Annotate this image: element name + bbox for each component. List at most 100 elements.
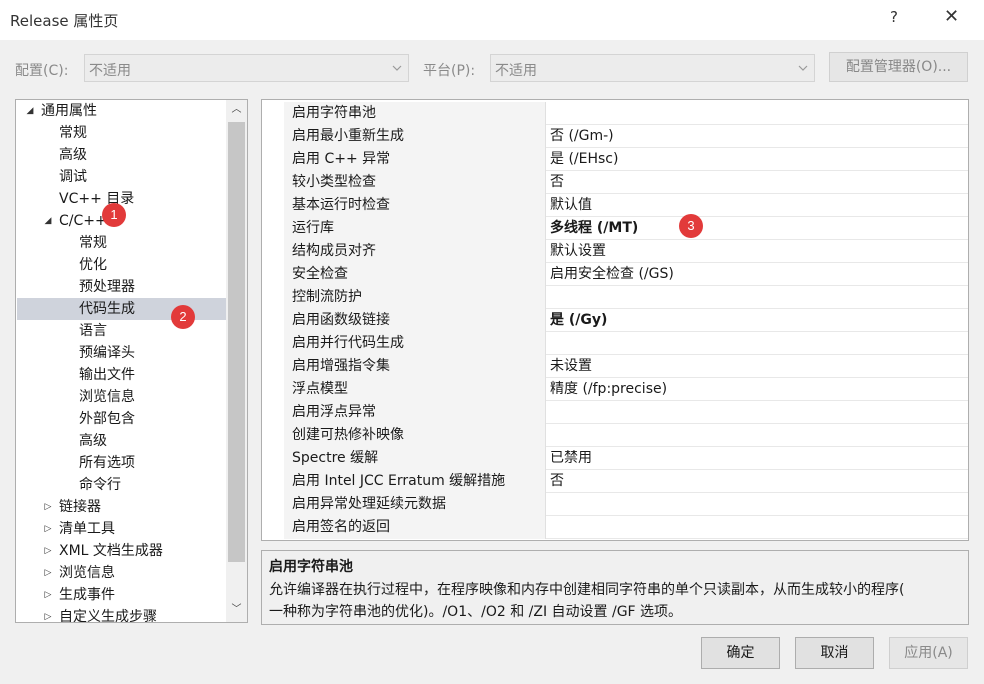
expander-icon[interactable]: ◢ [25,100,35,122]
property-value[interactable] [546,424,968,447]
expander-icon[interactable]: ▷ [43,606,53,622]
tree-item[interactable]: 常规 [17,232,226,254]
property-grid: 启用字符串池 启用最小重新生成否 (/Gm-) 启用 C++ 异常是 (/EHsc)… [261,99,969,541]
property-name: 启用签名的返回 [284,516,546,539]
help-icon[interactable]: ? [890,8,898,26]
title-bar: Release 属性页 ? ✕ [0,0,984,40]
tree-item[interactable]: 所有选项 [17,452,226,474]
tree-item[interactable]: 语言 [17,320,226,342]
scroll-up-icon[interactable]: ︿ [226,100,247,120]
tree-item[interactable]: 浏览信息 [17,386,226,408]
description-text: 允许编译器在执行过程中，在程序映像和内存中创建相同字符串的单个只读副本，从而生成… [269,579,961,623]
property-row[interactable]: 浮点模型 精度 (/fp:precise) [262,378,968,401]
property-value[interactable]: 否 (/Gm-) [546,125,968,148]
tree-item-label: 语言 [79,323,107,339]
property-row[interactable]: 控制流防护 [262,286,968,309]
window-title: Release 属性页 [10,12,119,30]
tree-item-label: 通用属性 [41,103,97,119]
config-select[interactable]: 不适用 [84,54,409,82]
tree-item[interactable]: ▷ 浏览信息 [17,562,226,584]
property-value[interactable]: 多线程 (/MT) [546,217,968,240]
tree-item[interactable]: 调试 [17,166,226,188]
row-gutter [262,401,284,424]
cancel-button[interactable]: 取消 [795,637,874,669]
property-row[interactable]: Spectre 缓解 已禁用 [262,447,968,470]
property-row[interactable]: 启用最小重新生成否 (/Gm-) [262,125,968,148]
property-value[interactable]: 精度 (/fp:precise) [546,378,968,401]
tree-item[interactable]: ▷ 自定义生成步骤 [17,606,226,622]
property-value[interactable]: 默认值 [546,194,968,217]
property-row[interactable]: 安全检查 启用安全检查 (/GS) [262,263,968,286]
apply-button[interactable]: 应用(A) [889,637,968,669]
property-row[interactable]: 启用增强指令集 未设置 [262,355,968,378]
property-value[interactable]: 是 (/Gy) [546,309,968,332]
tree-item[interactable]: ▷ 链接器 [17,496,226,518]
tree-item[interactable]: ◢ 通用属性 [17,100,226,122]
property-row[interactable]: 启用异常处理延续元数据 [262,493,968,516]
expander-icon[interactable]: ▷ [43,518,53,540]
tree-item[interactable]: 预处理器 [17,276,226,298]
close-icon[interactable]: ✕ [944,6,959,27]
property-name: 较小类型检查 [284,171,546,194]
property-value[interactable]: 未设置 [546,355,968,378]
tree-item[interactable]: 输出文件 [17,364,226,386]
description-panel: 启用字符串池 允许编译器在执行过程中，在程序映像和内存中创建相同字符串的单个只读… [261,550,969,625]
property-value[interactable]: 启用安全检查 (/GS) [546,263,968,286]
scroll-down-icon[interactable]: ﹀ [226,600,247,620]
tree-item-label: 高级 [59,147,87,163]
property-row[interactable]: 结构成员对齐 默认设置 [262,240,968,263]
property-value[interactable] [546,286,968,309]
property-name: 启用最小重新生成 [284,125,546,148]
expander-icon[interactable]: ▷ [43,540,53,562]
config-manager-button[interactable]: 配置管理器(O)... [829,52,968,82]
property-value[interactable] [546,516,968,539]
expander-icon[interactable]: ▷ [43,584,53,606]
tree-item[interactable]: 优化 [17,254,226,276]
property-row[interactable]: 启用 C++ 异常是 (/EHsc) [262,148,968,171]
expander-icon[interactable]: ▷ [43,496,53,518]
row-gutter [262,148,284,171]
row-gutter [262,470,284,493]
property-value[interactable]: 否 [546,171,968,194]
property-row[interactable]: 启用函数级链接是 (/Gy) [262,309,968,332]
scroll-thumb[interactable] [228,122,245,562]
tree-item-label: 浏览信息 [59,565,115,581]
tree-item[interactable]: 预编译头 [17,342,226,364]
property-value[interactable] [546,401,968,424]
property-row[interactable]: 较小类型检查否 [262,171,968,194]
property-row[interactable]: 启用签名的返回 [262,516,968,539]
ok-button[interactable]: 确定 [701,637,780,669]
property-row[interactable]: 启用并行代码生成 [262,332,968,355]
row-gutter [262,194,284,217]
tree-item[interactable]: 高级 [17,430,226,452]
tree-scrollbar[interactable]: ︿ ﹀ [226,100,247,622]
property-value[interactable]: 默认设置 [546,240,968,263]
property-value[interactable] [546,493,968,516]
property-row[interactable]: 创建可热修补映像 [262,424,968,447]
property-value[interactable]: 是 (/EHsc) [546,148,968,171]
property-name: Spectre 缓解 [284,447,546,470]
property-row[interactable]: 运行库 多线程 (/MT) [262,217,968,240]
property-row[interactable]: 启用浮点异常 [262,401,968,424]
tree-item-label: 预编译头 [79,345,135,361]
tree-item[interactable]: 外部包含 [17,408,226,430]
row-gutter [262,493,284,516]
property-row[interactable]: 基本运行时检查 默认值 [262,194,968,217]
property-row[interactable]: 启用字符串池 [262,102,968,125]
property-value[interactable] [546,102,968,125]
property-name: 启用 Intel JCC Erratum 缓解措施 [284,470,546,493]
tree-item[interactable]: ▷ 清单工具 [17,518,226,540]
property-value[interactable]: 已禁用 [546,447,968,470]
row-gutter [262,516,284,539]
expander-icon[interactable]: ◢ [43,210,53,232]
expander-icon[interactable]: ▷ [43,562,53,584]
tree-item[interactable]: 常规 [17,122,226,144]
tree-item[interactable]: 命令行 [17,474,226,496]
property-row[interactable]: 启用 Intel JCC Erratum 缓解措施否 [262,470,968,493]
tree-item[interactable]: 高级 [17,144,226,166]
property-value[interactable]: 否 [546,470,968,493]
tree-item[interactable]: ▷ 生成事件 [17,584,226,606]
property-value[interactable] [546,332,968,355]
tree-item[interactable]: ▷ XML 文档生成器 [17,540,226,562]
platform-select[interactable]: 不适用 [490,54,815,82]
